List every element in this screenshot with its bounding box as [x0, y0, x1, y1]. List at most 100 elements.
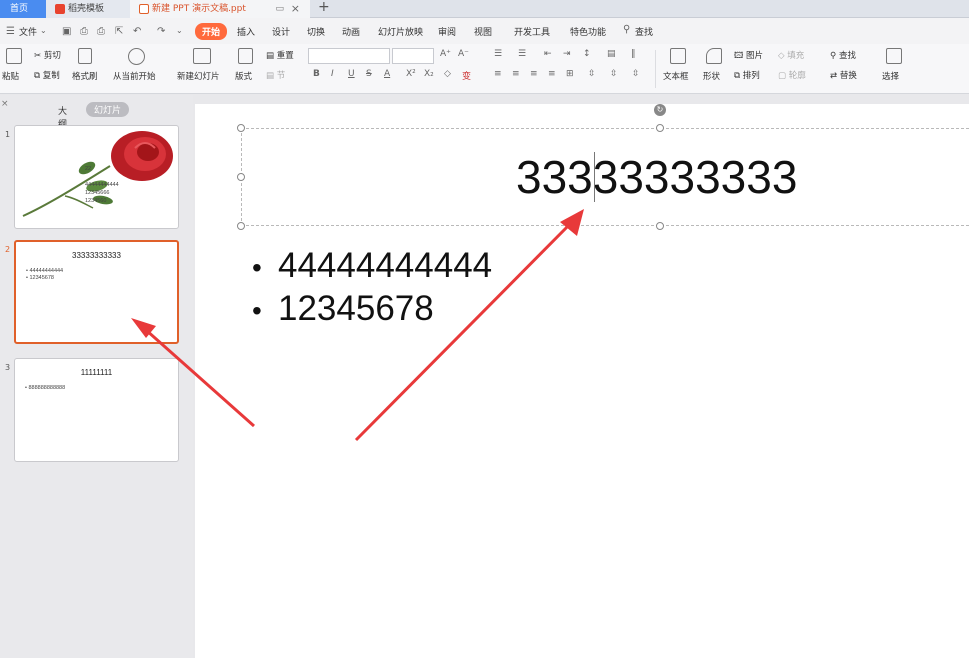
bullet-list-icon[interactable]: ☰ — [494, 49, 502, 59]
clear-format-icon[interactable]: ◇ — [444, 69, 451, 79]
increase-indent-icon[interactable]: ⇥ — [563, 49, 571, 59]
replace-button[interactable]: ⇄ 替换 — [830, 69, 857, 81]
monitor-icon[interactable]: ▭ — [275, 0, 284, 18]
new-slide-label[interactable]: 新建幻灯片 — [177, 70, 220, 82]
fill-button[interactable]: ◇ 填充 — [778, 49, 804, 61]
resize-handle[interactable] — [237, 173, 245, 181]
align-right-icon[interactable]: ≡ — [530, 69, 538, 79]
decrease-indent-icon[interactable]: ⇤ — [544, 49, 552, 59]
resize-handle[interactable] — [656, 124, 664, 132]
menu-design[interactable]: 设计 — [272, 25, 290, 38]
rotate-handle-icon[interactable]: ↻ — [654, 104, 666, 116]
print-icon[interactable]: ⎙ — [97, 26, 105, 37]
thumb-text-line: 44444444444 — [85, 182, 119, 188]
picture-button[interactable]: 🖾 图片 — [734, 49, 763, 64]
menu-view[interactable]: 视图 — [474, 25, 492, 38]
menu-transition[interactable]: 切换 — [307, 25, 325, 38]
tab-slides[interactable]: 幻灯片 — [86, 102, 130, 117]
font-color-icon[interactable]: A — [384, 69, 390, 79]
close-panel-icon[interactable]: × — [1, 99, 9, 109]
format-painter-label[interactable]: 格式刷 — [72, 70, 98, 82]
align-center-icon[interactable]: ≡ — [512, 69, 520, 79]
format-painter-button[interactable] — [78, 48, 92, 67]
shrink-font-icon[interactable]: A⁻ — [458, 49, 469, 59]
columns-icon[interactable]: ‖ — [631, 49, 636, 59]
new-slide-button[interactable] — [193, 48, 211, 67]
font-size-input[interactable] — [392, 48, 434, 64]
align-left-icon[interactable]: ≡ — [494, 69, 502, 79]
slide-thumbnail-2[interactable]: 33333333333 • 44444444444 • 12345678 — [14, 240, 179, 344]
find-button[interactable]: ⚲ 查找 — [830, 49, 856, 61]
outline-button[interactable]: ▢ 轮廓 — [778, 69, 806, 81]
menu-search[interactable]: 查找 — [635, 25, 653, 38]
customize-icon[interactable]: ⌄ — [176, 26, 183, 35]
tab-template[interactable]: 稻壳模板 — [46, 0, 130, 18]
text-box-button[interactable] — [670, 48, 686, 67]
menu-developer[interactable]: 开发工具 — [514, 25, 550, 38]
menu-review[interactable]: 审阅 — [438, 25, 456, 38]
vertical-align-icon[interactable]: ⇳ — [588, 69, 596, 79]
paragraph-icon[interactable]: ⇳ — [610, 69, 618, 79]
menu-start[interactable]: 开始 — [195, 23, 228, 40]
chevron-down-icon[interactable]: ⌄ — [40, 26, 47, 35]
subscript-icon[interactable]: X₂ — [424, 69, 434, 79]
menu-insert[interactable]: 插入 — [237, 25, 255, 38]
undo-icon[interactable]: ↶ — [133, 26, 141, 37]
thumb-bullet-text: 12345678 — [29, 275, 54, 281]
layout-button[interactable] — [238, 48, 253, 67]
menu-animation[interactable]: 动画 — [342, 25, 360, 38]
cut-button[interactable]: ✂ 剪切 — [34, 49, 61, 61]
bold-icon[interactable]: B — [313, 69, 320, 79]
slide-bullet[interactable]: • 44444444444 — [252, 246, 492, 286]
strikethrough-icon[interactable]: S — [366, 69, 372, 79]
paste-label[interactable]: 粘贴 — [2, 70, 19, 82]
hamburger-icon[interactable]: ☰ — [6, 26, 15, 37]
resize-handle[interactable] — [237, 222, 245, 230]
numbered-list-icon[interactable]: ☰ — [518, 49, 526, 59]
export-icon[interactable]: ⇱ — [115, 26, 123, 37]
menu-special[interactable]: 特色功能 — [570, 25, 606, 38]
layout-label[interactable]: 版式 — [235, 70, 252, 82]
grow-font-icon[interactable]: A⁺ — [440, 49, 451, 59]
close-tab-icon[interactable]: × — [291, 0, 300, 18]
spacing-icon[interactable]: ⇳ — [632, 69, 640, 79]
copy-button[interactable]: ⧉ 复制 — [34, 69, 60, 81]
italic-icon[interactable]: I — [331, 69, 334, 79]
menu-slideshow[interactable]: 幻灯片放映 — [378, 25, 423, 38]
font-name-input[interactable] — [308, 48, 390, 64]
section-button[interactable]: ▤ 节 — [266, 69, 285, 81]
play-from-current-label[interactable]: 从当前开始 — [113, 70, 156, 82]
justify-icon[interactable]: ≡ — [548, 69, 556, 79]
select-button[interactable] — [886, 48, 902, 67]
slide-bullet[interactable]: • 12345678 — [252, 289, 434, 329]
text-direction-icon[interactable]: ▤ — [607, 49, 616, 59]
tab-document[interactable]: 新建 PPT 演示文稿.ppt ▭ × — [130, 0, 310, 18]
arrange-button[interactable]: ⧉ 排列 — [734, 69, 760, 81]
new-tab-button[interactable]: + — [318, 0, 330, 15]
slide-title[interactable]: 33333333333 — [516, 150, 797, 204]
redo-icon[interactable]: ↷ — [157, 26, 165, 37]
line-spacing-icon[interactable]: ↕ — [583, 49, 591, 59]
tab-home[interactable]: 首页 — [0, 0, 46, 18]
shape-label[interactable]: 形状 — [703, 70, 720, 82]
select-label[interactable]: 选择 — [882, 70, 899, 82]
shape-button[interactable] — [706, 48, 722, 67]
reset-button[interactable]: ▤ 重置 — [266, 49, 294, 61]
save-icon[interactable]: ▣ — [62, 26, 71, 37]
search-icon[interactable]: ⚲ — [623, 24, 630, 35]
menu-file[interactable]: 文件 — [19, 25, 37, 38]
resize-handle[interactable] — [656, 222, 664, 230]
slide-thumbnail-1[interactable]: 22 44444444444 12345666 1234560 — [14, 125, 179, 229]
distribute-icon[interactable]: ⊞ — [566, 69, 574, 79]
slide-thumbnail-3[interactable]: 11111111 • 888888888888 — [14, 358, 179, 462]
ribbon-toolbar: 粘贴 ✂ 剪切 ⧉ 复制 格式刷 从当前开始 新建幻灯片 版式 ▤ 重置 ▤ 节… — [0, 44, 969, 94]
paste-button[interactable] — [6, 48, 22, 67]
resize-handle[interactable] — [237, 124, 245, 132]
phonetic-icon[interactable]: 变 — [462, 69, 471, 82]
new-slide-icon — [193, 48, 211, 64]
print-preview-icon[interactable]: ⎙ — [80, 26, 88, 37]
underline-icon[interactable]: U — [348, 69, 355, 79]
play-button[interactable] — [128, 48, 145, 68]
text-box-label[interactable]: 文本框 — [663, 70, 689, 82]
superscript-icon[interactable]: X² — [406, 69, 416, 79]
